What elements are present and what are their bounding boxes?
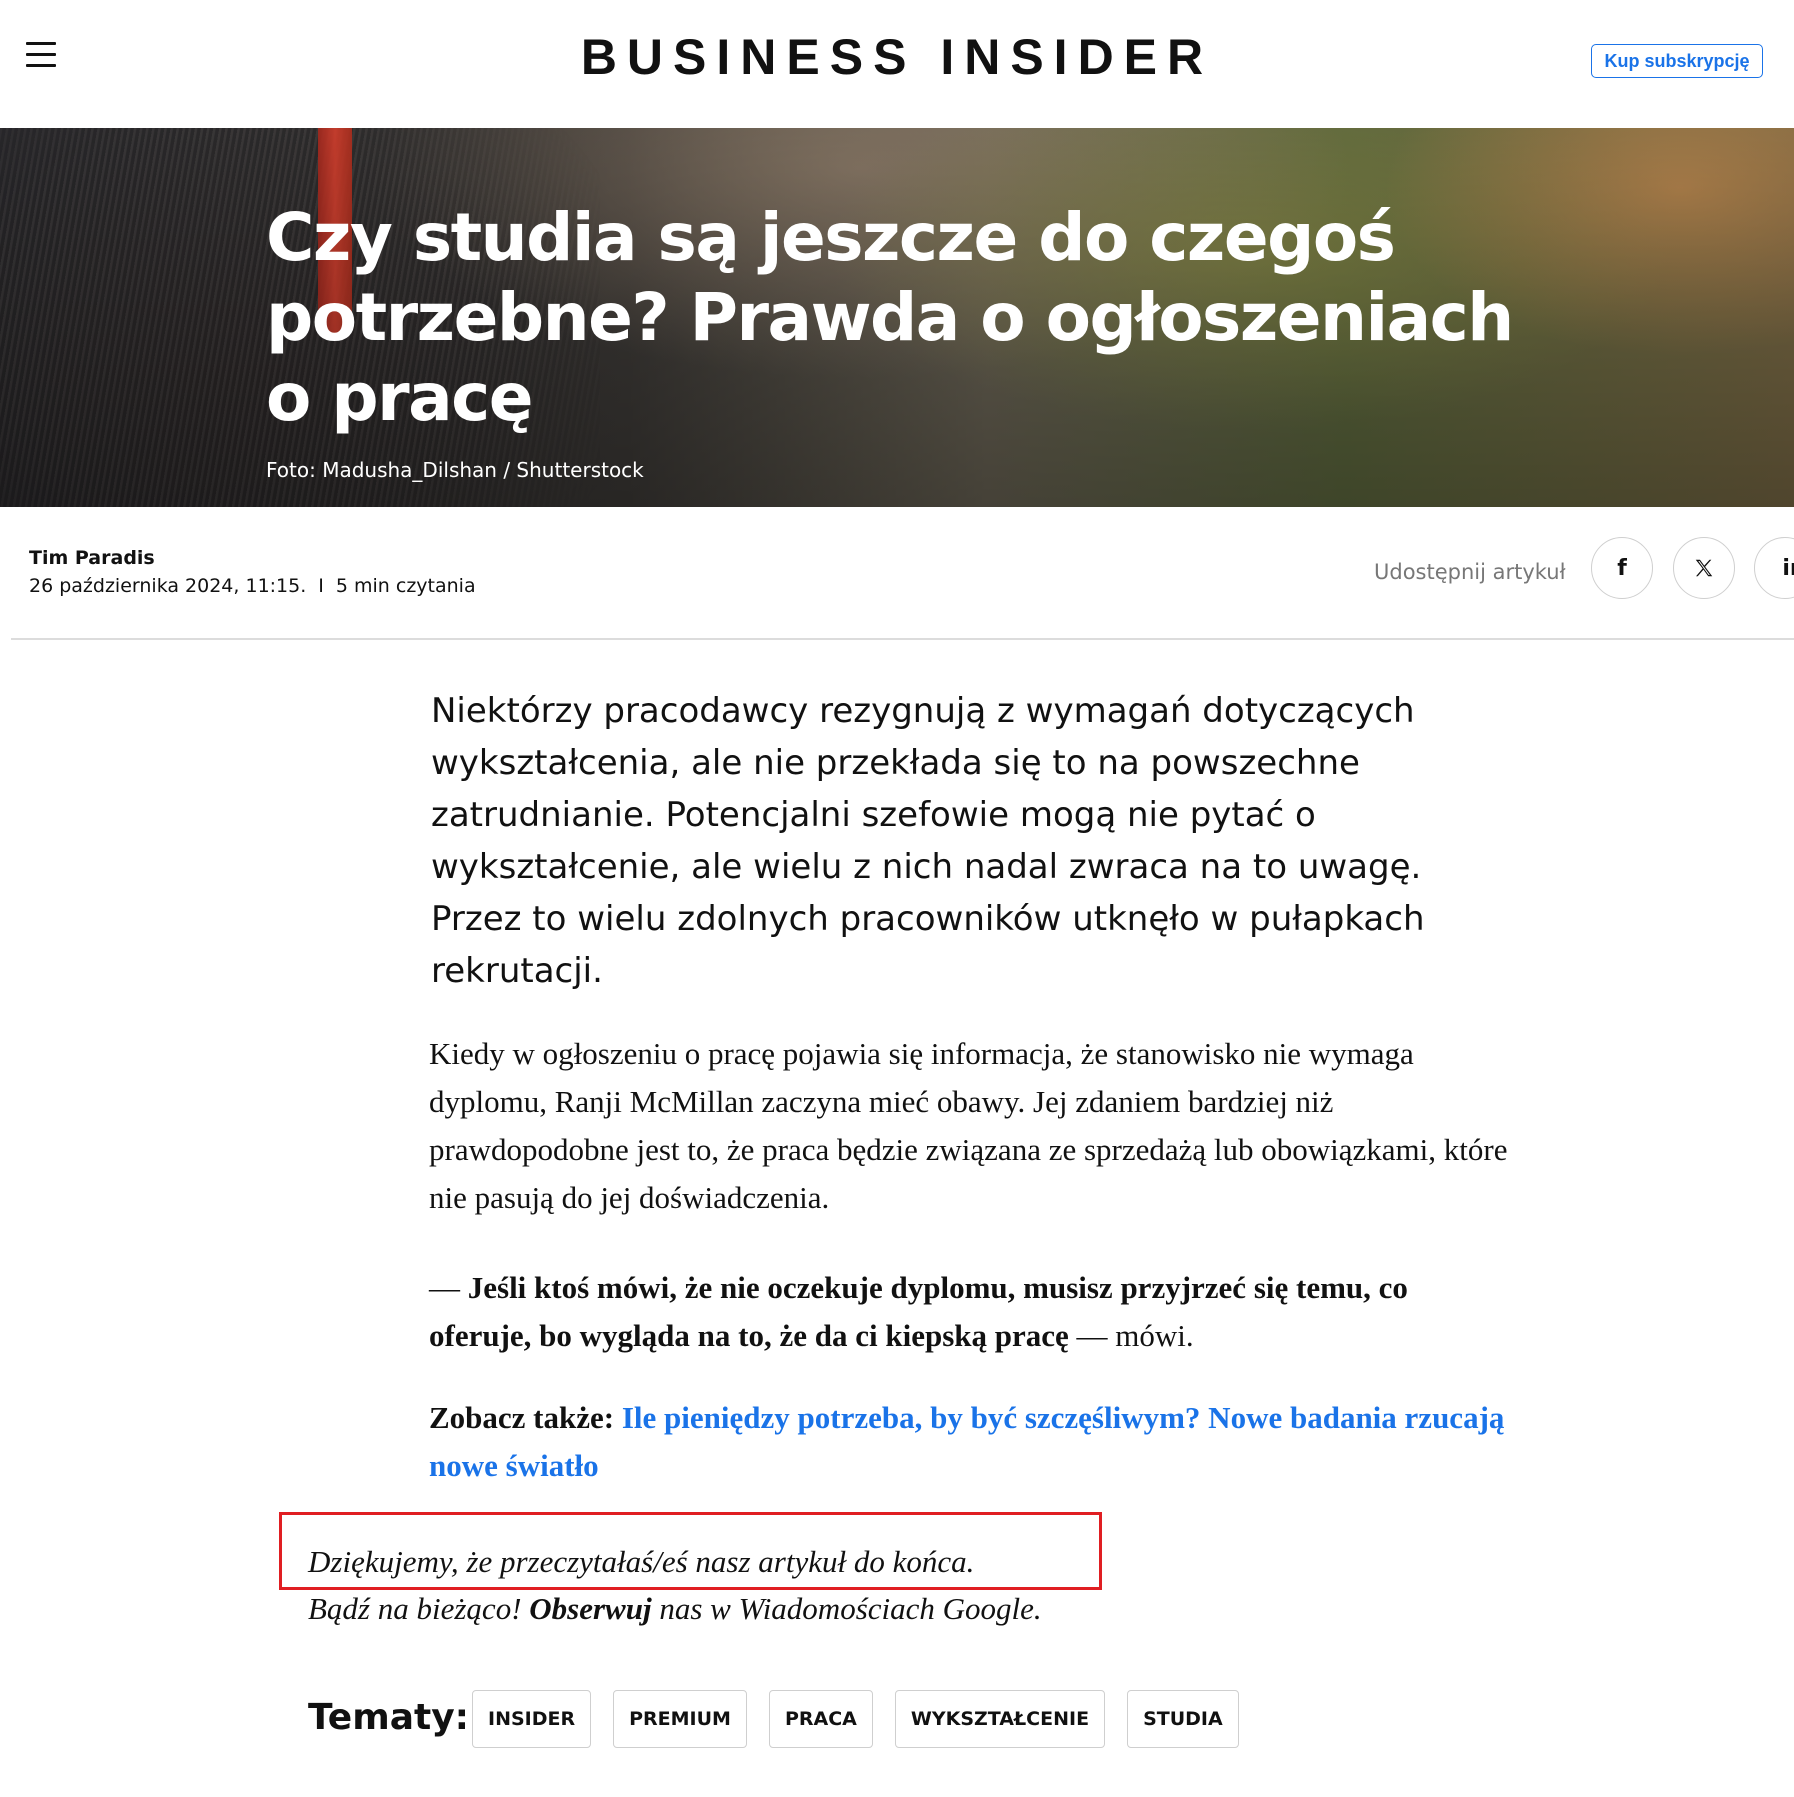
dateline: 26 października 2024, 11:15. I 5 min czyta…: [29, 575, 476, 597]
site-logo[interactable]: BUSINESS INSIDER: [0, 28, 1794, 86]
meta-separator: I: [318, 575, 324, 597]
topic-tag[interactable]: PREMIUM: [613, 1690, 747, 1748]
see-also: Zobacz także: Ile pieniędzy potrzeba, by…: [429, 1394, 1509, 1490]
topic-tags: INSIDER PREMIUM PRACA WYKSZTAŁCENIE STUD…: [472, 1690, 1239, 1748]
share-label: Udostępnij artykuł: [1374, 560, 1566, 584]
topic-tag[interactable]: PRACA: [768, 1690, 873, 1748]
follow-post: nas w Wiadomościach Google.: [651, 1591, 1042, 1626]
top-navigation-bar: BUSINESS INSIDER Kup subskrypcję: [0, 0, 1794, 128]
article-paragraph: Kiedy w ogłoszeniu o pracę pojawia się i…: [429, 1036, 1508, 1215]
quote-tail: — mówi.: [1068, 1318, 1194, 1353]
facebook-icon: f: [1617, 555, 1627, 581]
meta-divider: [11, 638, 1794, 640]
share-x-button[interactable]: [1673, 537, 1735, 599]
thanks-line: Dziękujemy, że przeczytałaś/eś nasz arty…: [308, 1544, 975, 1579]
article-headline: Czy studia są jeszcze do czegoś potrzebn…: [266, 199, 1514, 436]
topic-tag[interactable]: STUDIA: [1127, 1690, 1239, 1748]
share-facebook-button[interactable]: f: [1591, 537, 1653, 599]
article-meta: Tim Paradis 26 października 2024, 11:15.…: [0, 507, 1794, 639]
x-icon: [1695, 559, 1713, 577]
author-name[interactable]: Tim Paradis: [29, 547, 155, 569]
share-linkedin-button[interactable]: in: [1754, 537, 1794, 599]
publish-date: 26 października 2024, 11:15.: [29, 575, 307, 597]
photo-credit: Foto: Madusha_Dilshan / Shutterstock: [266, 458, 644, 482]
article-quote: — Jeśli ktoś mówi, że nie oczekuje dyplo…: [429, 1264, 1509, 1360]
follow-pre: Bądź na bieżąco!: [308, 1591, 530, 1626]
quote-dash: —: [429, 1270, 468, 1305]
thanks-note: Dziękujemy, że przeczytałaś/eś nasz arty…: [308, 1538, 1408, 1632]
subscribe-button[interactable]: Kup subskrypcję: [1591, 44, 1763, 78]
see-also-label: Zobacz także:: [429, 1400, 622, 1435]
reading-time: 5 min czytania: [335, 575, 476, 597]
topics-label: Tematy:: [308, 1697, 470, 1738]
hero-image: Czy studia są jeszcze do czegoś potrzebn…: [0, 128, 1794, 507]
topic-tag[interactable]: INSIDER: [472, 1690, 592, 1748]
topic-tag[interactable]: WYKSZTAŁCENIE: [894, 1690, 1106, 1748]
article-lead: Niektórzy pracodawcy rezygnują z wymagań…: [431, 691, 1425, 991]
follow-google-news-link[interactable]: Obserwuj: [529, 1591, 651, 1626]
quote-bold-text: Jeśli ktoś mówi, że nie oczekuje dyplomu…: [429, 1270, 1408, 1353]
linkedin-icon: in: [1782, 555, 1794, 581]
